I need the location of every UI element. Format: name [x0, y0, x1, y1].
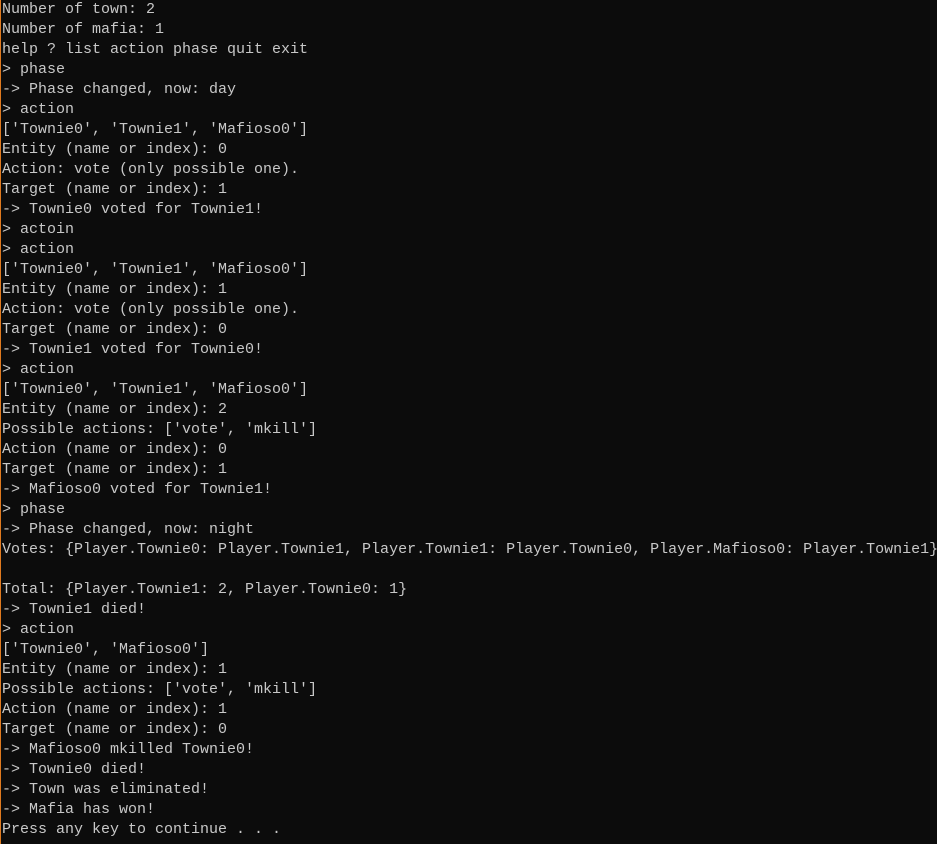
console-line: > action — [2, 101, 75, 118]
console-line: Action (name or index): 0 — [2, 441, 228, 458]
console-line: Number of town: 2 — [2, 1, 156, 18]
console-line: > phase — [2, 61, 66, 78]
console-line: Target (name or index): 0 — [2, 721, 228, 738]
console-line: Target (name or index): 0 — [2, 321, 228, 338]
console-line: Action (name or index): 1 — [2, 701, 228, 718]
console-line: > actoin — [2, 221, 75, 238]
console-line: Entity (name or index): 2 — [2, 401, 228, 418]
console-output[interactable]: Number of town: 2 Number of mafia: 1 help … — [0, 0, 937, 844]
console-line: -> Phase changed, now: day — [2, 81, 237, 98]
console-line: help ? list action phase quit exit — [2, 41, 309, 58]
console-line: Target (name or index): 1 — [2, 461, 228, 478]
console-line: ['Townie0', 'Mafioso0'] — [2, 641, 210, 658]
console-line: ['Townie0', 'Townie1', 'Mafioso0'] — [2, 121, 309, 138]
console-line: ['Townie0', 'Townie1', 'Mafioso0'] — [2, 261, 309, 278]
console-line: Possible actions: ['vote', 'mkill'] — [2, 681, 318, 698]
console-line: Entity (name or index): 1 — [2, 661, 228, 678]
console-line: Entity (name or index): 0 — [2, 141, 228, 158]
console-line: Number of mafia: 1 — [2, 21, 165, 38]
console-line: -> Townie1 voted for Townie0! — [2, 341, 264, 358]
console-line: -> Mafia has won! — [2, 801, 156, 818]
console-line: -> Town was eliminated! — [2, 781, 210, 798]
console-line: ['Townie0', 'Townie1', 'Mafioso0'] — [2, 381, 309, 398]
console-line: > action — [2, 241, 75, 258]
console-line: > action — [2, 361, 75, 378]
console-line: > action — [2, 621, 75, 638]
console-line: Action: vote (only possible one). — [2, 161, 300, 178]
console-line: Press any key to continue . . . — [2, 821, 282, 838]
console-line: -> Mafioso0 mkilled Townie0! — [2, 741, 255, 758]
console-line: Target (name or index): 1 — [2, 181, 228, 198]
console-line: Votes: {Player.Townie0: Player.Townie1, … — [2, 541, 937, 558]
console-line: -> Townie0 died! — [2, 761, 147, 778]
console-line: Action: vote (only possible one). — [2, 301, 300, 318]
console-line: Possible actions: ['vote', 'mkill'] — [2, 421, 318, 438]
console-line: -> Mafioso0 voted for Townie1! — [2, 481, 273, 498]
console-line: Total: {Player.Townie1: 2, Player.Townie… — [2, 581, 408, 598]
console-line: -> Townie0 voted for Townie1! — [2, 201, 264, 218]
console-line: -> Phase changed, now: night — [2, 521, 255, 538]
console-line: Entity (name or index): 1 — [2, 281, 228, 298]
console-line: -> Townie1 died! — [2, 601, 147, 618]
console-line: > phase — [2, 501, 66, 518]
